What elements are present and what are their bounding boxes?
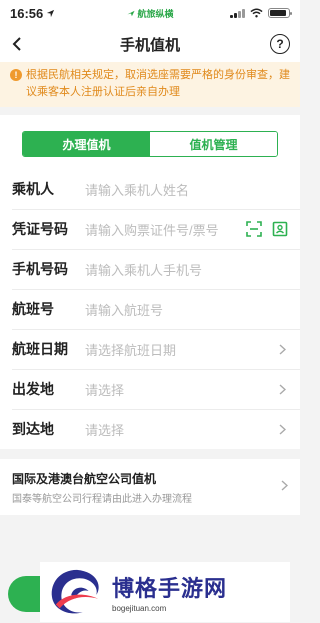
international-title: 国际及港澳台航空公司值机 <box>12 471 157 486</box>
passenger-row: 乘机人 请输入乘机人姓名 <box>0 169 300 209</box>
passenger-input[interactable]: 请输入乘机人姓名 <box>85 180 288 199</box>
cellular-signal-icon <box>230 8 245 18</box>
status-carrier-label: 航旅纵横 <box>137 8 174 19</box>
wifi-icon <box>250 8 263 18</box>
warning-icon: ! <box>10 69 22 81</box>
tab-check-in-management[interactable]: 值机管理 <box>150 132 277 156</box>
watermark-logo-icon <box>51 569 99 614</box>
watermark-name: 博格手游网 <box>112 576 228 601</box>
scan-icon[interactable] <box>246 221 262 237</box>
status-bar: 16:56 航旅纵横 <box>0 0 300 26</box>
flight-number-label: 航班号 <box>12 301 54 317</box>
chevron-right-icon <box>276 383 288 395</box>
location-arrow-icon <box>47 9 55 17</box>
notice-banner: ! 根据民航相关规定，取消选座需要严格的身份审查，建议乘客本人注册认证后亲自办理 <box>0 62 300 107</box>
back-button[interactable] <box>6 33 28 55</box>
back-icon <box>12 37 21 51</box>
flight-number-row: 航班号 请输入航班号 <box>0 289 300 329</box>
flight-date-label: 航班日期 <box>12 341 68 357</box>
carrier-logo-icon <box>127 10 135 16</box>
departure-row[interactable]: 出发地 请选择 <box>0 369 300 409</box>
status-time-group: 16:56 <box>10 6 55 21</box>
help-button[interactable]: ? <box>270 34 290 54</box>
international-texts: 国际及港澳台航空公司值机 国泰等航空公司行程请由此进入办理流程 <box>12 470 281 505</box>
tab-check-in[interactable]: 办理值机 <box>23 132 150 156</box>
nav-bar: 手机值机 ? <box>0 26 300 62</box>
id-card-icon[interactable] <box>272 221 288 237</box>
departure-label: 出发地 <box>12 381 54 397</box>
passenger-label: 乘机人 <box>12 181 54 197</box>
phone-label: 手机号码 <box>12 261 68 277</box>
status-carrier: 航旅纵横 <box>126 7 174 20</box>
flight-date-select[interactable]: 请选择航班日期 <box>85 340 276 359</box>
phone-row: 手机号码 请输入乘机人手机号 <box>0 249 300 289</box>
watermark-url: bogejituan.com <box>112 604 167 613</box>
departure-select[interactable]: 请选择 <box>85 380 276 399</box>
watermark: 博格手游网 bogejituan.com <box>40 562 290 622</box>
tab-bar: 办理值机 值机管理 <box>22 131 278 157</box>
help-icon: ? <box>276 37 284 51</box>
watermark-text: 博格手游网 bogejituan.com <box>112 571 227 613</box>
arrival-select[interactable]: 请选择 <box>85 420 276 439</box>
tabs-container: 办理值机 值机管理 <box>0 115 300 169</box>
notice-text: 根据民航相关规定，取消选座需要严格的身份审查，建议乘客本人注册认证后亲自办理 <box>26 69 290 98</box>
arrival-label: 到达地 <box>12 421 54 437</box>
id-number-actions <box>246 221 288 237</box>
check-in-form: 乘机人 请输入乘机人姓名 凭证号码 请输入购票证件号/票号 手机号码 请输入乘机… <box>0 169 300 449</box>
page-title: 手机值机 <box>119 36 180 54</box>
id-number-input[interactable]: 请输入购票证件号/票号 <box>85 220 240 239</box>
chevron-right-icon <box>276 423 288 435</box>
battery-icon <box>268 8 292 18</box>
system-icons <box>230 8 292 18</box>
id-number-label: 凭证号码 <box>12 221 68 237</box>
flight-date-row[interactable]: 航班日期 请选择航班日期 <box>0 329 300 369</box>
international-check-in-entry[interactable]: 国际及港澳台航空公司值机 国泰等航空公司行程请由此进入办理流程 <box>0 459 300 515</box>
international-subtitle: 国泰等航空公司行程请由此进入办理流程 <box>12 493 192 505</box>
status-time: 16:56 <box>10 5 44 21</box>
chevron-right-icon <box>276 343 288 355</box>
id-number-row: 凭证号码 请输入购票证件号/票号 <box>0 209 300 249</box>
flight-number-input[interactable]: 请输入航班号 <box>85 300 288 319</box>
chevron-right-icon <box>281 478 289 496</box>
arrival-row[interactable]: 到达地 请选择 <box>0 409 300 449</box>
phone-input[interactable]: 请输入乘机人手机号 <box>85 260 288 279</box>
